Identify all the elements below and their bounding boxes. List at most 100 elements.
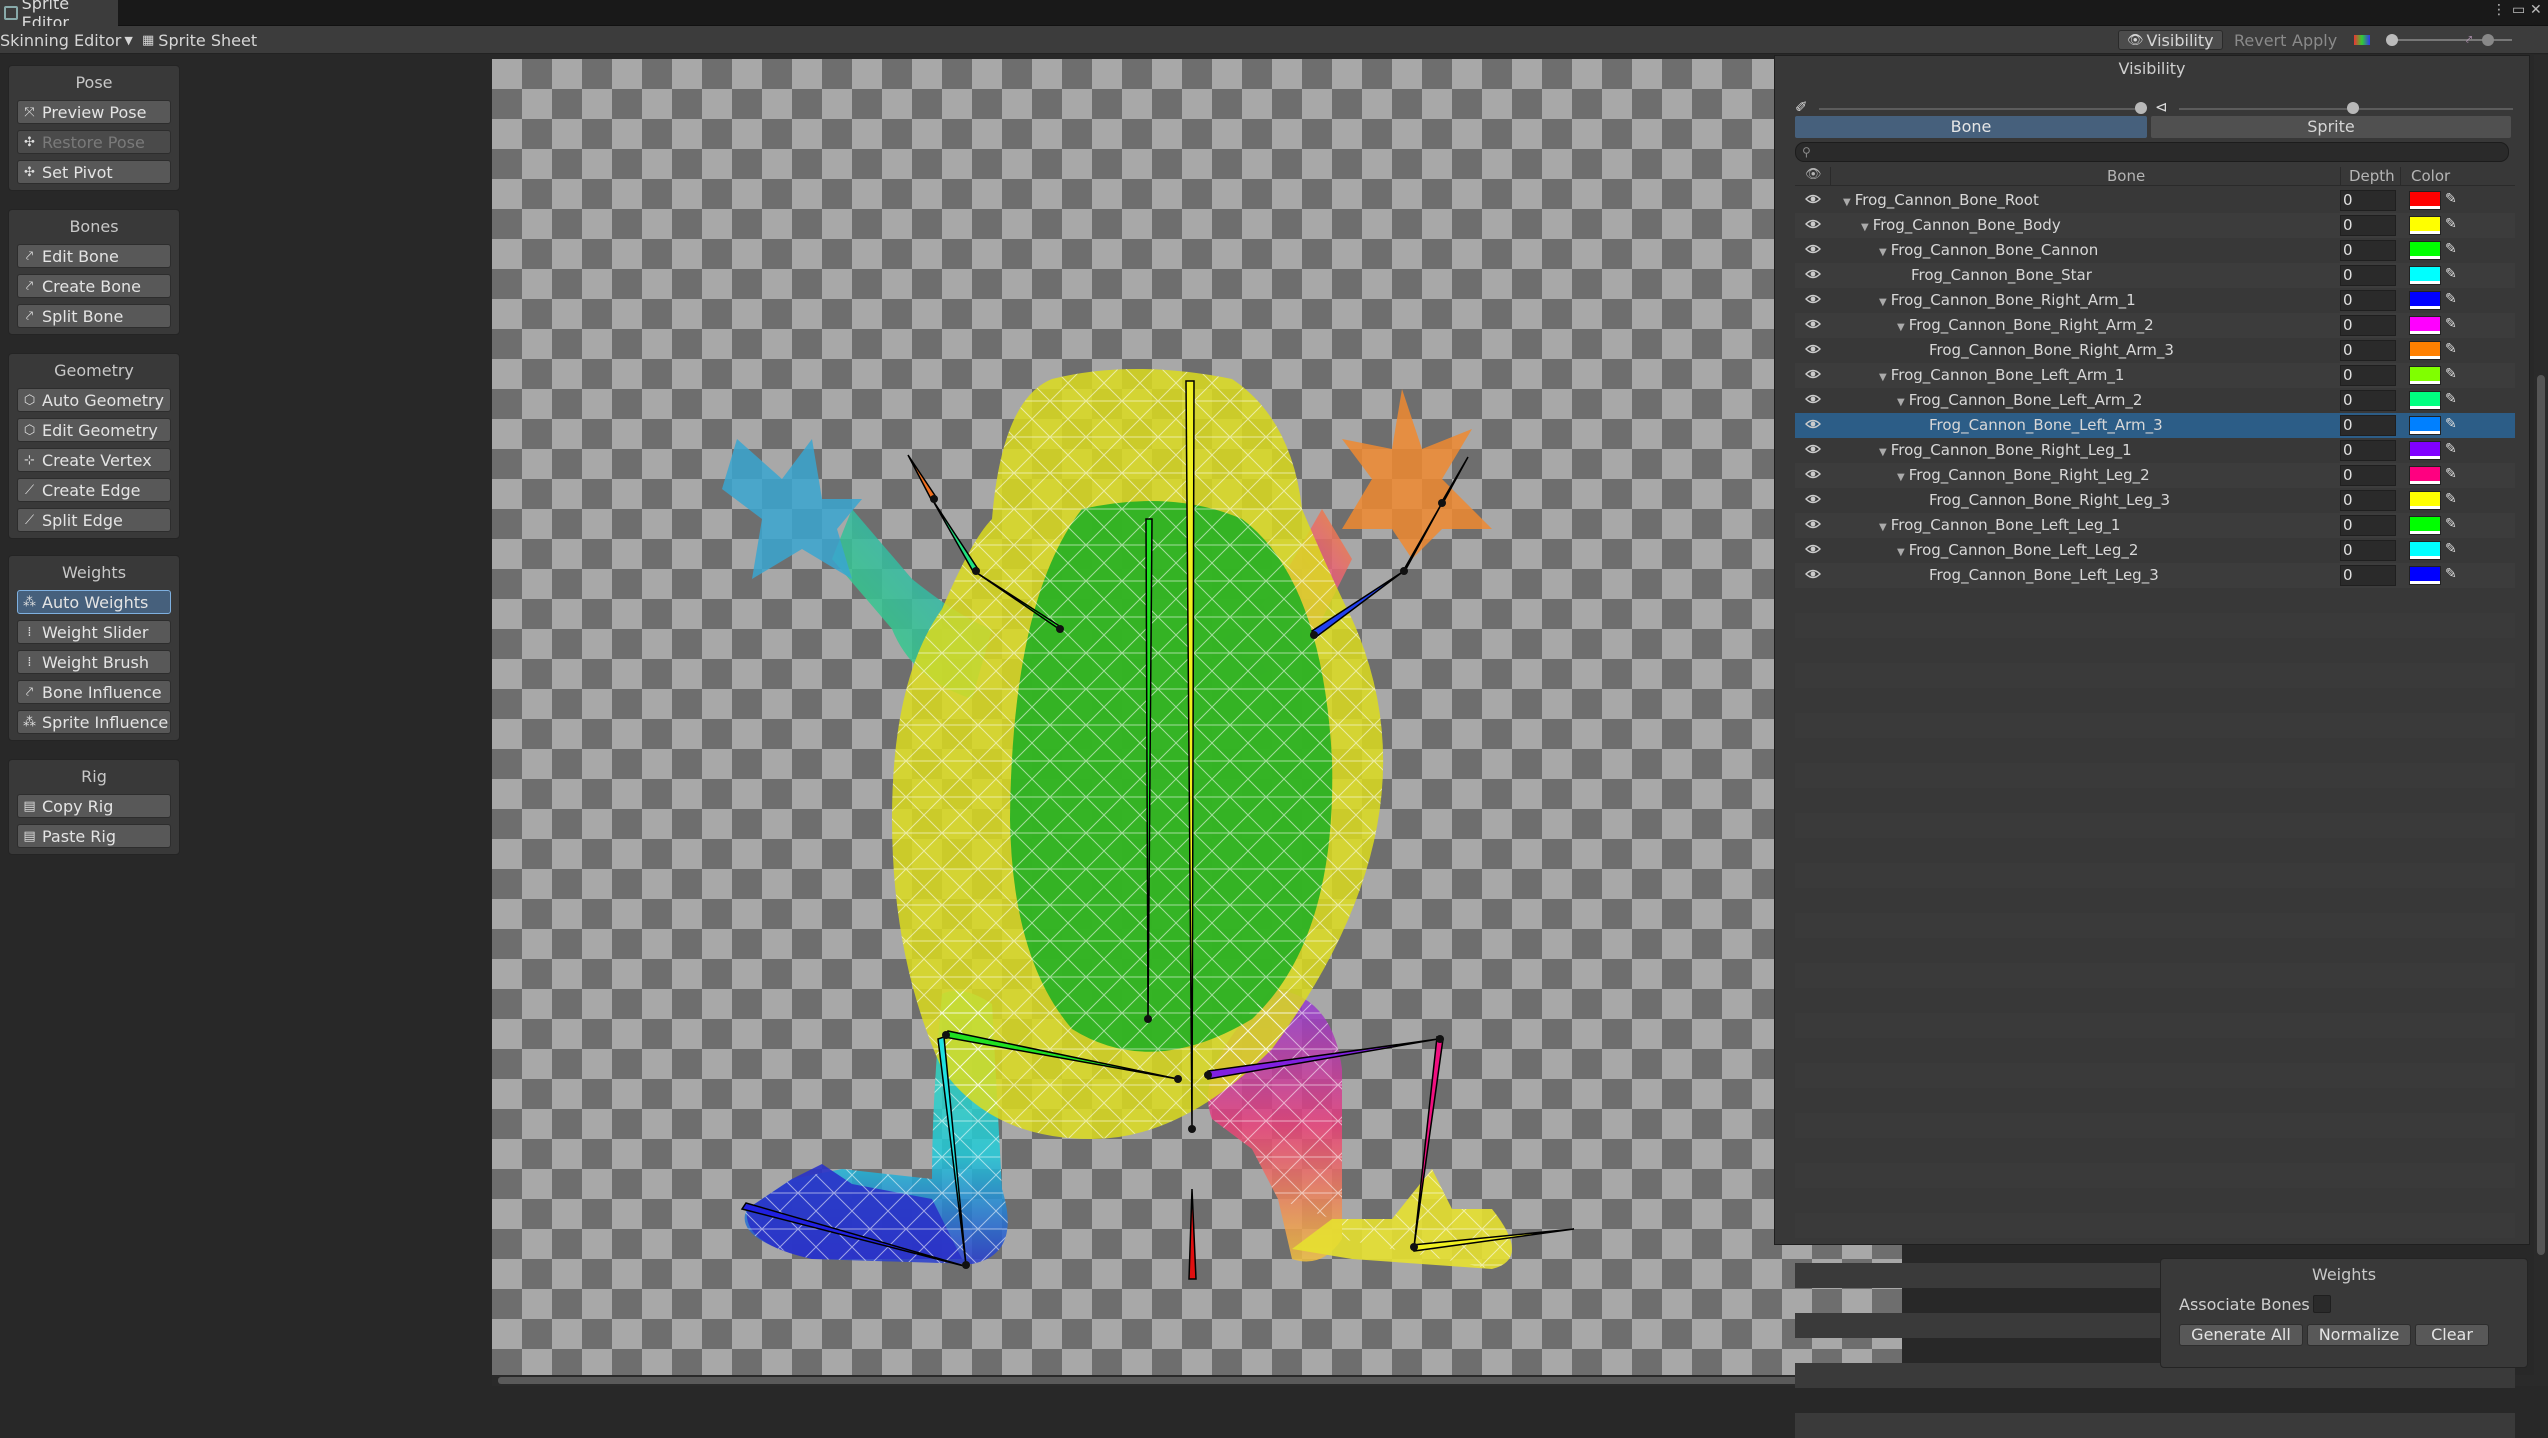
auto-weights-button[interactable]: ⁂ Auto Weights [17, 590, 171, 614]
depth-field[interactable]: 0 [2340, 440, 2396, 461]
create-edge-button[interactable]: ⟋ Create Edge [17, 478, 171, 502]
depth-field[interactable]: 0 [2340, 215, 2396, 236]
eye-icon[interactable] [1805, 191, 1821, 207]
depth-field[interactable]: 0 [2340, 390, 2396, 411]
depth-field[interactable]: 0 [2340, 340, 2396, 361]
eyedropper-icon[interactable]: ✎ [2445, 266, 2457, 282]
bone-row[interactable]: ▼ Frog_Cannon_Bone_Right_Arm_2 0 ✎ [1795, 313, 2515, 338]
generate-all-button[interactable]: Generate All [2179, 1324, 2303, 1346]
expand-arrow-icon[interactable]: ▼ [1897, 547, 1905, 558]
eye-icon[interactable] [1805, 216, 1821, 232]
weight-slider-button[interactable]: ⁞ Weight Slider [17, 620, 171, 644]
bone-color-swatch[interactable] [2409, 366, 2441, 385]
expand-arrow-icon[interactable]: ▼ [1879, 447, 1887, 458]
create-vertex-button[interactable]: ⊹ Create Vertex [17, 448, 171, 472]
set-pivot-button[interactable]: ✣ Set Pivot [17, 160, 171, 184]
sprite-sheet-button[interactable]: ▦ Sprite Sheet [142, 30, 257, 50]
bone-row[interactable]: Frog_Cannon_Bone_Right_Leg_3 0 ✎ [1795, 488, 2515, 513]
bone-opacity-knob[interactable] [2135, 102, 2147, 114]
bone-color-swatch[interactable] [2409, 391, 2441, 410]
bone-color-swatch[interactable] [2409, 316, 2441, 335]
bone-row[interactable]: ▼ Frog_Cannon_Bone_Root 0 ✎ [1795, 188, 2515, 213]
edit-geometry-button[interactable]: ⬡ Edit Geometry [17, 418, 171, 442]
visibility-toggle-button[interactable]: 👁 Visibility [2118, 30, 2223, 50]
eyedropper-icon[interactable]: ✎ [2445, 566, 2457, 582]
sprite-influence-button[interactable]: ⁂ Sprite Influence [17, 710, 171, 734]
expand-arrow-icon[interactable]: ▼ [1879, 247, 1887, 258]
eye-icon[interactable] [1805, 541, 1821, 557]
bone-color-swatch[interactable] [2409, 516, 2441, 535]
revert-button[interactable]: Revert [2234, 30, 2286, 50]
bone-opacity-slider[interactable]: ✐ [1795, 98, 2151, 118]
expand-arrow-icon[interactable]: ▼ [1897, 472, 1905, 483]
eye-icon[interactable] [1805, 566, 1821, 582]
bone-color-swatch[interactable] [2409, 441, 2441, 460]
eyedropper-icon[interactable]: ✎ [2445, 516, 2457, 532]
bone-row[interactable]: ▼ Frog_Cannon_Bone_Right_Leg_2 0 ✎ [1795, 463, 2515, 488]
eyedropper-icon[interactable]: ✎ [2445, 241, 2457, 257]
eye-icon[interactable] [1805, 341, 1821, 357]
mesh-opacity-slider[interactable]: ⊲ [2155, 98, 2515, 118]
bone-color-swatch[interactable] [2409, 241, 2441, 260]
eye-icon[interactable] [1805, 466, 1821, 482]
more-options-icon[interactable]: ⋮ [2492, 2, 2506, 18]
eyedropper-icon[interactable]: ✎ [2445, 341, 2457, 357]
bone-row[interactable]: ▼ Frog_Cannon_Bone_Cannon 0 ✎ [1795, 238, 2515, 263]
bone-row[interactable]: ▼ Frog_Cannon_Bone_Left_Leg_2 0 ✎ [1795, 538, 2515, 563]
expand-arrow-icon[interactable]: ▼ [1897, 397, 1905, 408]
expand-arrow-icon[interactable]: ▼ [1843, 197, 1851, 208]
bone-color-swatch[interactable] [2409, 491, 2441, 510]
bone-row[interactable]: ▼ Frog_Cannon_Bone_Left_Arm_2 0 ✎ [1795, 388, 2515, 413]
eye-icon[interactable] [1805, 266, 1821, 282]
restore-pose-button[interactable]: ✣ Restore Pose [17, 130, 171, 154]
depth-field[interactable]: 0 [2340, 565, 2396, 586]
apply-button[interactable]: Apply [2292, 30, 2337, 50]
vertical-scrollbar[interactable] [2534, 55, 2548, 1375]
copy-rig-button[interactable]: ▤ Copy Rig [17, 794, 171, 818]
eyedropper-icon[interactable]: ✎ [2445, 466, 2457, 482]
eyedropper-icon[interactable]: ✎ [2445, 216, 2457, 232]
depth-field[interactable]: 0 [2340, 240, 2396, 261]
associate-bones-checkbox[interactable] [2313, 1295, 2331, 1313]
depth-field[interactable]: 0 [2340, 490, 2396, 511]
depth-field[interactable]: 0 [2340, 290, 2396, 311]
eyedropper-icon[interactable]: ✎ [2445, 366, 2457, 382]
bone-row[interactable]: ▼ Frog_Cannon_Bone_Right_Arm_1 0 ✎ [1795, 288, 2515, 313]
eyedropper-icon[interactable]: ✎ [2445, 391, 2457, 407]
bone-row[interactable]: Frog_Cannon_Bone_Right_Arm_3 0 ✎ [1795, 338, 2515, 363]
bone-color-swatch[interactable] [2409, 416, 2441, 435]
depth-field[interactable]: 0 [2340, 315, 2396, 336]
eye-icon[interactable] [1805, 291, 1821, 307]
depth-field[interactable]: 0 [2340, 365, 2396, 386]
auto-geometry-button[interactable]: ⬡ Auto Geometry [17, 388, 171, 412]
close-icon[interactable]: ✕ [2530, 2, 2542, 18]
mesh-opacity-knob[interactable] [2347, 102, 2359, 114]
depth-field[interactable]: 0 [2340, 540, 2396, 561]
bone-color-swatch[interactable] [2409, 216, 2441, 235]
eyedropper-icon[interactable]: ✎ [2445, 441, 2457, 457]
split-bone-button[interactable]: ⤤ Split Bone [17, 304, 171, 328]
eyedropper-icon[interactable]: ✎ [2445, 291, 2457, 307]
eye-icon[interactable] [1805, 516, 1821, 532]
tab-sprite[interactable]: Sprite [2151, 116, 2511, 138]
depth-field[interactable]: 0 [2340, 415, 2396, 436]
split-edge-button[interactable]: ⟋ Split Edge [17, 508, 171, 532]
expand-arrow-icon[interactable]: ▼ [1879, 372, 1887, 383]
color-mode-icon[interactable] [2354, 30, 2370, 50]
frog-sprite-with-bones[interactable] [492, 59, 1774, 1375]
depth-field[interactable]: 0 [2340, 190, 2396, 211]
bone-color-swatch[interactable] [2409, 291, 2441, 310]
depth-field[interactable]: 0 [2340, 465, 2396, 486]
maximize-icon[interactable]: ▭ [2512, 2, 2525, 18]
eyedropper-icon[interactable]: ✎ [2445, 541, 2457, 557]
depth-field[interactable]: 0 [2340, 515, 2396, 536]
edit-bone-button[interactable]: ⤤ Edit Bone [17, 244, 171, 268]
paste-rig-button[interactable]: ▤ Paste Rig [17, 824, 171, 848]
preview-pose-button[interactable]: ⤧ Preview Pose [17, 100, 171, 124]
eyedropper-icon[interactable]: ✎ [2445, 316, 2457, 332]
expand-arrow-icon[interactable]: ▼ [1879, 297, 1887, 308]
normalize-button[interactable]: Normalize [2307, 1324, 2411, 1346]
bone-color-swatch[interactable] [2409, 341, 2441, 360]
weight-brush-button[interactable]: ⁞ Weight Brush [17, 650, 171, 674]
bone-search-input[interactable]: ⚲ [1795, 142, 2509, 162]
